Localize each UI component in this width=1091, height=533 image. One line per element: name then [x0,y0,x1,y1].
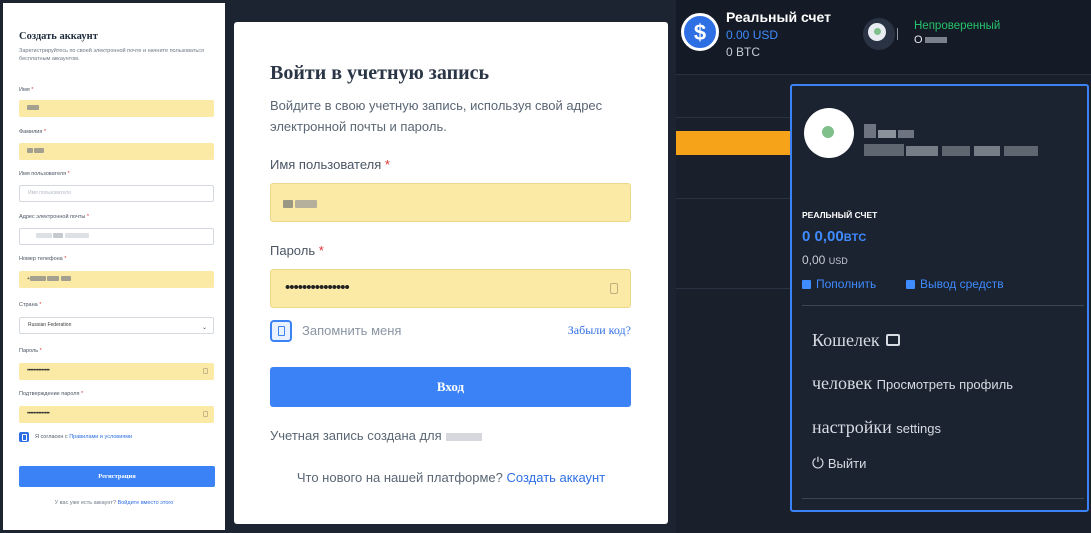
real-account-label: РЕАЛЬНЫЙ СЧЕТ [802,210,878,220]
power-icon: ⏻ [812,455,824,472]
remember-checkbox[interactable] [270,320,292,342]
country-label: Страна * [19,302,42,308]
key-icon [610,283,618,294]
account-panel: $ Реальный счет 0.00 USD 0 BTC Непровере… [676,0,1091,533]
divider [676,117,791,118]
confirm-password-input[interactable]: •••••••••••••• [19,406,214,423]
usd-balance: 0.00 USD [726,28,779,42]
deposit-link[interactable]: Пополнить [802,277,876,291]
divider [802,498,1084,499]
terms-link[interactable]: Правилами и условиями [69,434,132,440]
wallet-menu-item[interactable]: Кошелек [812,330,900,351]
terms-text: Я согласен с Правилами и условиями [35,434,133,440]
logout-menu-item[interactable]: ⏻ Выйти [812,455,866,472]
forgot-password-link[interactable]: Забыли код? [568,323,631,338]
login-username-label: Имя пользователя * [270,157,390,172]
login-subtitle: Войдите в свою учетную запись, используя… [270,98,603,134]
btc-amount: 0 0,00BTC [802,228,867,245]
account-created-text: Учетная запись создана для [270,428,482,443]
status-badge: Непроверенный [914,20,1001,32]
wallet-icon [906,280,915,289]
register-panel: Создать аккаунт Зарегистрируйтесь по сво… [3,3,225,530]
avatar [804,108,854,158]
divider [676,198,791,199]
create-account-link[interactable]: Создать аккаунт [507,470,606,485]
email-label: Адрес электронной почты * [19,214,89,220]
confirm-password-label: Подтверждение пароля * [19,391,84,397]
login-panel: Войти в учетную запись Войдите в свою уч… [234,22,668,524]
phone-label: Номер телефона * [19,256,67,262]
first-name-label: Имя * [19,87,34,93]
register-button[interactable]: Регистрация [19,466,215,487]
email-input[interactable] [19,228,214,245]
last-name-input[interactable] [19,143,214,160]
progress-bar [676,131,791,155]
key-icon [203,411,208,417]
last-name-label: Фамилия * [19,129,47,135]
login-password-input[interactable]: ••••••••••••••• [270,269,631,308]
key-icon [203,368,208,374]
account-topbar: $ Реальный счет 0.00 USD 0 BTC Непровере… [676,0,1091,75]
settings-menu-item[interactable]: настройки settings [812,417,941,438]
profile-menu-item[interactable]: человек Просмотреть профиль [812,373,1013,394]
register-title: Создать аккаунт [19,31,98,42]
avatar[interactable] [863,18,895,50]
username: O [914,34,947,46]
first-name-input[interactable] [19,100,214,117]
username-label: Имя пользователя * [19,171,70,177]
wallet-icon [802,280,811,289]
password-label: Пароль * [19,348,42,354]
usd-coin-icon: $ [681,13,719,51]
login-title: Войти в учетную запись [270,62,490,84]
login-password-label: Пароль * [270,243,324,258]
terms-checkbox[interactable] [19,432,29,442]
username-input[interactable]: Имя пользователя [19,185,214,202]
btc-balance: 0 BTC [726,45,761,59]
usd-amount: 0,00 USD [802,253,848,267]
divider [802,305,1084,306]
phone-input[interactable]: + [19,271,214,288]
login-footer: Что нового на нашей платформе? Создать а… [296,470,606,485]
divider [676,288,791,289]
divider [897,28,898,40]
password-input[interactable]: •••••••••••••• [19,363,214,380]
country-select[interactable]: Russian Federation ⌄ [19,317,214,334]
login-username-input[interactable] [270,183,631,222]
wallet-icon [885,334,900,346]
account-title[interactable]: Реальный счет [726,9,831,25]
register-subtitle: Зарегистрируйтесь по своей электронной п… [19,48,204,62]
register-footer: У вас уже есть аккаунт? Войдите вместо э… [54,500,174,506]
chevron-down-icon: ⌄ [201,325,207,331]
withdraw-link[interactable]: Вывод средств [906,277,1004,291]
remember-label: Запомнить меня [302,323,402,338]
login-button[interactable]: Вход [270,367,631,407]
account-dropdown: РЕАЛЬНЫЙ СЧЕТ 0 0,00BTC 0,00 USD Пополни… [790,84,1089,512]
login-instead-link[interactable]: Войдите вместо этого [118,500,174,506]
